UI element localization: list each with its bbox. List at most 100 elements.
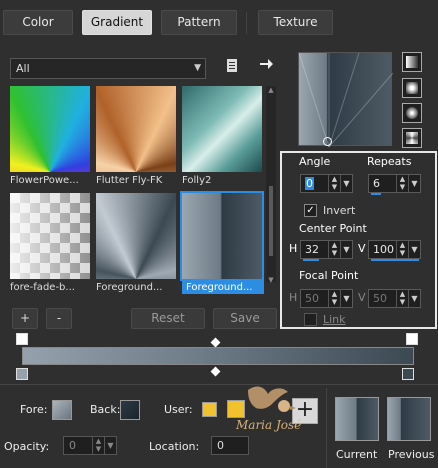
sunburst-gradient-button[interactable] xyxy=(402,128,422,148)
fore-swatch[interactable] xyxy=(52,400,72,420)
angle-stepper[interactable]: 0 ▲ ▼ ▼ xyxy=(300,174,353,193)
scroll-up-icon[interactable]: ▲ xyxy=(266,86,276,94)
rectangular-gradient-icon xyxy=(406,82,418,94)
section-divider xyxy=(0,384,438,385)
scrollbar-thumb[interactable] xyxy=(269,186,273,256)
gradient-thumbnail xyxy=(182,86,262,172)
watermark-text: Maria José xyxy=(236,418,302,432)
angle-label: Angle xyxy=(299,155,331,168)
gradient-list-scrollbar[interactable] xyxy=(266,86,276,282)
focal-v-stepper[interactable]: 50 ▲ ▼ ▼ xyxy=(368,289,421,308)
user-label: User: xyxy=(164,403,193,416)
gradient-item-selected[interactable]: Foreground... xyxy=(180,191,264,294)
tab-divider xyxy=(246,12,247,34)
focal-h-stepper[interactable]: 50 ▲ ▼ ▼ xyxy=(300,289,353,308)
add-gradient-button[interactable]: + xyxy=(12,308,38,329)
opacity-stop-start[interactable] xyxy=(16,333,28,345)
center-point-handle[interactable] xyxy=(323,137,332,146)
center-v-value: 100 xyxy=(373,243,394,256)
opacity-midpoint[interactable] xyxy=(210,337,221,348)
previous-label: Previous xyxy=(388,448,435,461)
tab-pattern[interactable]: Pattern xyxy=(161,10,237,35)
stepper-arrows-icon[interactable]: ▲ ▼ xyxy=(328,175,340,192)
gradient-item[interactable]: Flutter Fly-FK xyxy=(96,86,176,187)
gradient-bar[interactable] xyxy=(22,347,414,365)
focal-h-value: 50 xyxy=(305,292,319,305)
gradient-item[interactable]: Folly2 xyxy=(182,86,262,187)
current-label: Current xyxy=(336,448,378,461)
color-stop-end[interactable] xyxy=(402,368,414,380)
center-h-value: 32 xyxy=(305,243,319,256)
repeats-slider-fill xyxy=(371,193,381,195)
gradient-thumbnail xyxy=(96,86,176,172)
center-h-stepper[interactable]: 32 ▲ ▼ ▼ xyxy=(300,240,353,261)
user-swatch-1[interactable] xyxy=(202,402,217,417)
gradient-item[interactable]: fore-fade-b... xyxy=(10,193,90,294)
stepper-arrows-icon[interactable]: ▲ ▼ xyxy=(328,241,340,258)
opacity-label: Opacity: xyxy=(4,440,50,453)
color-stop-start[interactable] xyxy=(16,368,28,380)
gradient-item-label: Foreground... xyxy=(96,282,163,293)
stepper-arrows-icon[interactable]: ▲ ▼ xyxy=(396,175,408,192)
category-dropdown[interactable]: All ▼ xyxy=(10,58,206,79)
gradient-item-label: fore-fade-b... xyxy=(10,282,75,293)
rectangular-gradient-button[interactable] xyxy=(402,78,422,98)
vertical-divider xyxy=(326,388,327,468)
gradient-thumbnail xyxy=(180,191,264,281)
gradient-thumbnail xyxy=(10,86,90,172)
preview-rays xyxy=(299,53,393,147)
gradient-item-label: Foreground... xyxy=(182,281,264,294)
center-v-label: V xyxy=(358,242,366,255)
reset-button[interactable]: Reset xyxy=(131,308,205,329)
opacity-stop-end[interactable] xyxy=(406,333,418,345)
open-file-icon[interactable] xyxy=(224,58,240,76)
stepper-arrows-icon[interactable]: ▲ ▼ xyxy=(396,290,408,307)
chevron-down-icon[interactable]: ▼ xyxy=(340,241,352,258)
location-input[interactable]: 0 xyxy=(211,436,249,455)
repeats-stepper[interactable]: 6 ▲ ▼ ▼ xyxy=(368,174,421,195)
angle-value: 0 xyxy=(305,177,314,190)
gradient-preview[interactable] xyxy=(298,52,393,147)
tab-color[interactable]: Color xyxy=(3,10,73,35)
fore-label: Fore: xyxy=(20,403,48,416)
opacity-stepper[interactable]: 0 ▲ ▼ ▼ xyxy=(63,436,117,455)
radial-gradient-icon xyxy=(406,107,418,119)
stepper-arrows-icon[interactable]: ▲ ▼ xyxy=(92,437,104,454)
chevron-down-icon[interactable]: ▼ xyxy=(104,437,116,454)
gradient-item[interactable]: FlowerPowe... xyxy=(10,86,90,187)
gradient-item[interactable]: Foreground... xyxy=(96,193,176,294)
radial-gradient-button[interactable] xyxy=(402,103,422,123)
scroll-down-icon[interactable]: ▼ xyxy=(266,276,276,284)
chevron-down-icon[interactable]: ▼ xyxy=(408,241,420,258)
gradient-settings-panel: Angle Repeats 0 ▲ ▼ ▼ 6 ▲ ▼ ▼ ✓ Invert Cen… xyxy=(280,151,437,329)
center-h-slider-fill xyxy=(303,259,319,261)
chevron-down-icon[interactable]: ▼ xyxy=(408,290,420,307)
save-button[interactable]: Save xyxy=(213,308,277,329)
center-v-stepper[interactable]: 100 ▲ ▼ ▼ xyxy=(368,240,421,261)
back-label: Back: xyxy=(90,403,121,416)
tab-texture[interactable]: Texture xyxy=(258,10,333,35)
current-gradient-swatch[interactable] xyxy=(335,397,379,441)
linear-gradient-button[interactable] xyxy=(402,52,422,72)
color-midpoint[interactable] xyxy=(210,366,221,377)
tab-gradient[interactable]: Gradient xyxy=(82,10,152,35)
location-label: Location: xyxy=(149,440,200,453)
link-checkbox[interactable] xyxy=(304,313,317,326)
chevron-down-icon[interactable]: ▼ xyxy=(340,175,352,192)
invert-label: Invert xyxy=(323,204,356,217)
previous-gradient-swatch[interactable] xyxy=(387,397,431,441)
chevron-down-icon: ▼ xyxy=(194,63,201,73)
remove-gradient-button[interactable]: - xyxy=(46,308,72,329)
invert-checkbox[interactable]: ✓ xyxy=(304,204,317,217)
back-swatch[interactable] xyxy=(120,400,140,420)
gradient-thumbnail xyxy=(96,193,176,279)
focal-point-label: Focal Point xyxy=(299,269,359,282)
focal-h-label: H xyxy=(289,291,298,304)
stepper-arrows-icon[interactable]: ▲ ▼ xyxy=(396,241,408,258)
focal-v-value: 50 xyxy=(373,292,387,305)
stepper-arrows-icon[interactable]: ▲ ▼ xyxy=(328,290,340,307)
chevron-down-icon[interactable]: ▼ xyxy=(408,175,420,192)
chevron-down-icon[interactable]: ▼ xyxy=(340,290,352,307)
arrow-right-icon[interactable] xyxy=(256,56,276,76)
category-dropdown-value: All xyxy=(16,62,30,75)
